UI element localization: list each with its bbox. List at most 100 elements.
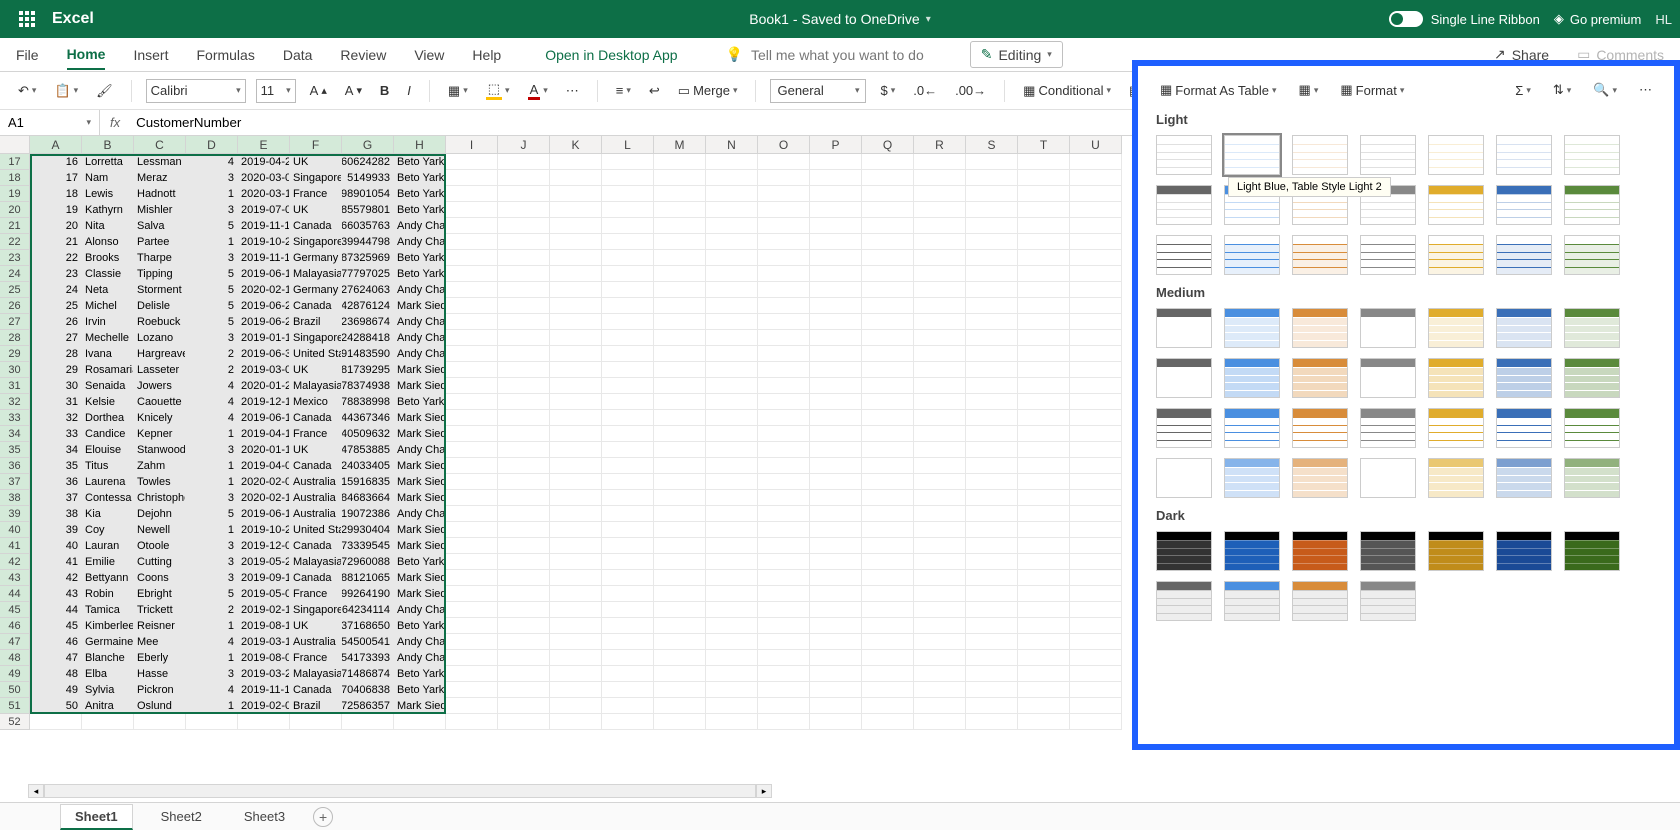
cell[interactable]: 87325969	[342, 250, 394, 266]
row-header[interactable]: 29	[0, 346, 30, 362]
table-style-swatch[interactable]	[1428, 308, 1484, 348]
row-header[interactable]: 23	[0, 250, 30, 266]
cell[interactable]	[758, 234, 810, 250]
cell[interactable]: 4	[186, 682, 238, 698]
table-style-swatch[interactable]	[1496, 308, 1552, 348]
cell[interactable]: UK	[290, 154, 342, 170]
cell[interactable]: 2019-06-29	[238, 314, 290, 330]
cell[interactable]: Sylvia	[82, 682, 134, 698]
cell[interactable]	[810, 570, 862, 586]
cell[interactable]: Malayasia	[290, 266, 342, 282]
cell[interactable]	[654, 682, 706, 698]
cell[interactable]	[706, 426, 758, 442]
cell[interactable]	[966, 394, 1018, 410]
cell[interactable]	[862, 250, 914, 266]
cell[interactable]: Canada	[290, 218, 342, 234]
cell[interactable]	[1070, 650, 1122, 666]
cell[interactable]	[654, 282, 706, 298]
cell[interactable]: Lessman	[134, 154, 186, 170]
cell[interactable]: Storment	[134, 282, 186, 298]
cell[interactable]	[810, 698, 862, 714]
cell[interactable]	[446, 282, 498, 298]
row-header[interactable]: 43	[0, 570, 30, 586]
cell[interactable]	[1070, 426, 1122, 442]
cell[interactable]	[810, 346, 862, 362]
cell[interactable]: 24288418	[342, 330, 394, 346]
cell[interactable]: Ebright	[134, 586, 186, 602]
cell[interactable]	[654, 666, 706, 682]
cell[interactable]: Kathyrn	[82, 202, 134, 218]
cell[interactable]: 39944798	[342, 234, 394, 250]
cell[interactable]	[914, 282, 966, 298]
cell[interactable]	[706, 474, 758, 490]
cell[interactable]: Andy Champan	[394, 218, 446, 234]
cell[interactable]: Blanche	[82, 650, 134, 666]
cell[interactable]	[654, 314, 706, 330]
cell[interactable]: France	[290, 650, 342, 666]
cell[interactable]	[1070, 186, 1122, 202]
cell[interactable]	[758, 666, 810, 682]
table-style-swatch[interactable]	[1292, 235, 1348, 275]
cell[interactable]	[238, 714, 290, 730]
cell[interactable]	[914, 714, 966, 730]
cell[interactable]: 1	[186, 474, 238, 490]
cell[interactable]	[966, 362, 1018, 378]
decrease-decimal-button[interactable]: .0←	[909, 81, 941, 100]
cell[interactable]: 2019-11-17	[238, 250, 290, 266]
cell[interactable]: Tamica	[82, 602, 134, 618]
cell[interactable]	[602, 266, 654, 282]
cell[interactable]: 39	[30, 522, 82, 538]
cell[interactable]: 2020-02-12	[238, 282, 290, 298]
cell[interactable]	[1018, 570, 1070, 586]
cell[interactable]: 2019-04-27	[238, 154, 290, 170]
cell[interactable]	[654, 602, 706, 618]
table-style-swatch[interactable]	[1156, 531, 1212, 571]
cell[interactable]	[758, 538, 810, 554]
cell[interactable]	[810, 650, 862, 666]
cell[interactable]	[1070, 314, 1122, 330]
bold-button[interactable]: B	[376, 81, 393, 100]
cell[interactable]	[654, 250, 706, 266]
cell[interactable]: 29930404	[342, 522, 394, 538]
cell[interactable]	[966, 538, 1018, 554]
cell[interactable]	[550, 554, 602, 570]
row-header[interactable]: 47	[0, 634, 30, 650]
cell[interactable]: 27624063	[342, 282, 394, 298]
cell[interactable]	[914, 394, 966, 410]
cell[interactable]	[966, 202, 1018, 218]
cell[interactable]	[758, 618, 810, 634]
cell[interactable]	[550, 346, 602, 362]
table-style-swatch[interactable]	[1224, 458, 1280, 498]
cell[interactable]	[914, 602, 966, 618]
cell[interactable]: 2019-06-21	[238, 298, 290, 314]
editing-mode-button[interactable]: ✎ Editing ▾	[970, 41, 1063, 68]
cell[interactable]: Elouise	[82, 442, 134, 458]
cell[interactable]	[1018, 522, 1070, 538]
cell[interactable]	[1018, 362, 1070, 378]
cell[interactable]	[1070, 266, 1122, 282]
cell[interactable]	[966, 410, 1018, 426]
app-launcher-icon[interactable]	[8, 0, 46, 38]
cell[interactable]: Canada	[290, 538, 342, 554]
cell[interactable]	[654, 154, 706, 170]
table-style-swatch[interactable]	[1292, 531, 1348, 571]
column-header[interactable]: P	[810, 136, 862, 154]
cell[interactable]	[914, 650, 966, 666]
cell[interactable]: Beto Yark	[394, 250, 446, 266]
cell[interactable]	[862, 314, 914, 330]
cell[interactable]	[966, 170, 1018, 186]
cell[interactable]: 23698674	[342, 314, 394, 330]
sheet-tab-3[interactable]: Sheet3	[230, 805, 299, 828]
cell[interactable]	[1070, 506, 1122, 522]
cell[interactable]	[602, 346, 654, 362]
cell[interactable]	[602, 682, 654, 698]
fill-color-button[interactable]: ⬚▾	[482, 79, 514, 102]
cell[interactable]	[862, 266, 914, 282]
column-header[interactable]: J	[498, 136, 550, 154]
cell[interactable]: 77797025	[342, 266, 394, 282]
table-style-swatch[interactable]	[1360, 408, 1416, 448]
cell[interactable]	[654, 218, 706, 234]
cell[interactable]	[1018, 666, 1070, 682]
cell[interactable]	[1018, 394, 1070, 410]
cell[interactable]: 2019-01-18	[238, 330, 290, 346]
